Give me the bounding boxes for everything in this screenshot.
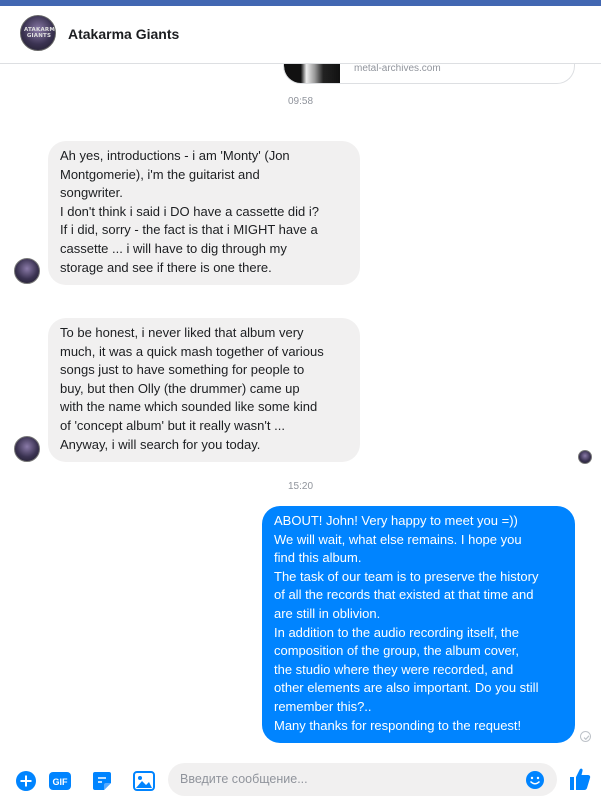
link-domain: metal-archives.com xyxy=(354,64,441,74)
emoji-icon[interactable] xyxy=(525,770,545,794)
seen-indicator-avatar xyxy=(578,450,592,464)
sender-avatar[interactable] xyxy=(14,258,40,284)
message-input[interactable]: Введите сообщение... xyxy=(168,763,557,796)
sender-avatar[interactable] xyxy=(14,436,40,462)
link-thumbnail xyxy=(284,64,340,83)
photo-icon[interactable] xyxy=(132,770,156,796)
conversation-header: ATAKARMA GIANTS Atakarma Giants xyxy=(0,6,601,64)
sent-status-icon xyxy=(580,731,591,742)
message-input-placeholder: Введите сообщение... xyxy=(180,772,308,786)
outgoing-message[interactable]: ABOUT! John! Very happy to meet you =)) … xyxy=(262,506,575,743)
like-thumbs-up-icon[interactable] xyxy=(568,766,592,796)
conversation-title[interactable]: Atakarma Giants xyxy=(68,26,179,42)
svg-text:GIF: GIF xyxy=(53,777,69,787)
conversation-avatar[interactable]: ATAKARMA GIANTS xyxy=(20,15,56,51)
sticker-icon[interactable] xyxy=(91,770,113,796)
timestamp: 09:58 xyxy=(287,96,314,107)
avatar-logo-text: ATAKARMA GIANTS xyxy=(24,27,56,39)
add-more-icon[interactable] xyxy=(15,770,37,796)
shared-link-card[interactable]: metal-archives.com xyxy=(283,64,575,84)
incoming-message[interactable]: To be honest, i never liked that album v… xyxy=(48,318,360,462)
gif-icon[interactable]: GIF xyxy=(48,770,72,796)
message-composer: GIF Введите сообщение... xyxy=(0,756,601,800)
timestamp: 15:20 xyxy=(287,481,314,492)
incoming-message[interactable]: Ah yes, introductions - i am 'Monty' (Jo… xyxy=(48,141,360,285)
